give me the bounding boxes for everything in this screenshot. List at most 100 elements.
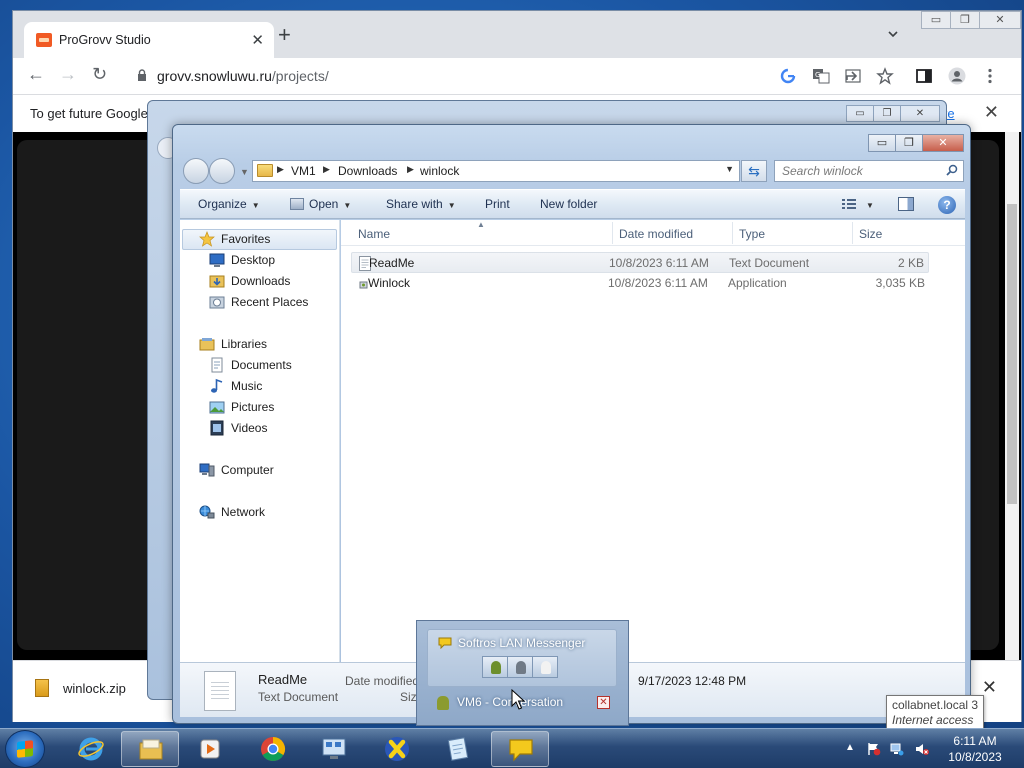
address-dropdown-icon[interactable]: ▼ (725, 164, 734, 174)
download-shelf-close-icon[interactable]: ✕ (982, 677, 997, 698)
softros-thumbnail[interactable]: Softros LAN Messenger (427, 629, 617, 687)
breadcrumb-chevron-icon[interactable]: ▶ (323, 164, 330, 175)
nav-recent-places[interactable]: Recent Places (209, 293, 308, 311)
translate-icon[interactable]: G (812, 67, 830, 85)
back-icon[interactable]: ← (27, 64, 45, 85)
column-divider[interactable] (852, 222, 853, 244)
start-button-icon[interactable] (5, 730, 45, 768)
nav-libraries[interactable]: Libraries (199, 335, 268, 353)
taskbar-internet-explorer[interactable] (62, 731, 120, 767)
organize-button[interactable]: Organize ▼ (198, 197, 260, 211)
show-hidden-icons-chevron-icon[interactable]: ▲ (845, 742, 859, 756)
minimize-icon[interactable]: ▭ (868, 134, 896, 152)
nav-libraries-label: Libraries (221, 337, 268, 351)
user-offline-icon[interactable] (532, 656, 558, 678)
nav-favorites[interactable]: Favorites (199, 230, 270, 248)
column-divider[interactable] (732, 222, 733, 244)
breadcrumb-chevron-icon[interactable]: ▶ (277, 164, 284, 175)
help-icon[interactable]: ? (938, 196, 956, 214)
breadcrumb-chevron-icon[interactable]: ▶ (407, 164, 414, 175)
close-icon[interactable]: ✕ (900, 105, 940, 122)
nav-pictures[interactable]: Pictures (209, 398, 274, 416)
infobar-close-icon[interactable]: ✕ (984, 102, 999, 123)
volume-muted-icon[interactable] (915, 742, 929, 756)
column-divider[interactable] (612, 222, 613, 244)
forward-icon[interactable] (209, 158, 235, 184)
breadcrumb-vm1[interactable]: VM1 (291, 164, 316, 178)
taskbar-x-app[interactable] (368, 731, 426, 767)
bookmark-star-icon[interactable] (876, 67, 894, 85)
profile-avatar-icon[interactable] (948, 67, 966, 85)
restore-icon[interactable]: ❐ (873, 105, 901, 122)
share-with-button[interactable]: Share with ▼ (386, 197, 456, 211)
nav-music[interactable]: Music (211, 377, 262, 395)
chrome-window-controls: ▭ ❐ ✕ (921, 11, 1021, 31)
nav-videos[interactable]: Videos (210, 419, 267, 437)
x-app-icon (385, 737, 409, 761)
share-icon[interactable] (844, 67, 862, 85)
infobar-text: To get future Google (30, 106, 148, 121)
nav-computer[interactable]: Computer (199, 461, 274, 479)
reload-icon[interactable]: ↻ (92, 64, 107, 85)
file-row[interactable]: ReadMe 10/8/2023 6:11 AM Text Document 2… (351, 252, 929, 273)
restore-icon[interactable]: ❐ (950, 11, 980, 29)
preview-pane-icon[interactable] (898, 197, 914, 211)
search-input[interactable]: Search winlock (774, 160, 964, 182)
tab-search-chevron-icon[interactable] (887, 28, 899, 40)
menu-kebab-icon[interactable] (981, 67, 999, 85)
page-scrollbar[interactable] (1005, 132, 1019, 662)
scrollbar-thumb[interactable] (1007, 204, 1017, 504)
minimize-icon[interactable]: ▭ (846, 105, 874, 122)
file-name: Winlock (368, 276, 411, 290)
user-online-icon[interactable] (482, 656, 508, 678)
file-row[interactable]: Winlock 10/8/2023 6:11 AM Application 3,… (351, 273, 929, 294)
nav-documents[interactable]: Documents (211, 356, 292, 374)
open-button[interactable]: Open ▼ (290, 197, 351, 211)
browser-tab[interactable]: ProGrovv Studio ✕ (24, 22, 274, 58)
breadcrumb-downloads[interactable]: Downloads (338, 164, 397, 178)
taskbar-network-app[interactable] (305, 731, 363, 767)
column-name[interactable]: Name (358, 227, 390, 241)
share-with-label: Share with (386, 197, 443, 211)
system-clock[interactable]: 6:11 AM 10/8/2023 (930, 733, 1020, 765)
taskbar-explorer[interactable] (121, 731, 179, 767)
column-type[interactable]: Type (739, 227, 765, 241)
close-icon[interactable]: ✕ (922, 134, 964, 152)
new-folder-button[interactable]: New folder (540, 197, 597, 211)
google-icon[interactable] (779, 67, 797, 85)
forward-icon[interactable]: → (59, 64, 77, 85)
refresh-icon[interactable]: ⇆ (741, 160, 767, 182)
taskbar-media-player[interactable] (182, 731, 240, 767)
change-view-icon[interactable] (842, 198, 856, 210)
close-icon[interactable]: ✕ (979, 11, 1021, 29)
file-type: Application (728, 276, 787, 290)
user-away-icon[interactable] (507, 656, 533, 678)
action-center-flag-icon[interactable] (867, 742, 881, 756)
taskbar-softros-messenger[interactable] (491, 731, 549, 767)
taskbar-notepad[interactable] (430, 731, 488, 767)
back-icon[interactable] (183, 158, 209, 184)
tab-close-icon[interactable]: ✕ (251, 31, 264, 49)
print-button[interactable]: Print (485, 197, 510, 211)
user-icon (437, 696, 449, 710)
taskbar-chrome[interactable] (244, 731, 302, 767)
nav-downloads[interactable]: Downloads (209, 272, 290, 290)
side-panel-icon[interactable] (915, 67, 933, 85)
restore-icon[interactable]: ❐ (895, 134, 923, 152)
minimize-icon[interactable]: ▭ (921, 11, 951, 29)
view-options-chevron-icon[interactable]: ▼ (866, 197, 874, 211)
column-size[interactable]: Size (859, 227, 882, 241)
network-tray-icon[interactable] (890, 742, 904, 756)
new-tab-icon[interactable]: + (278, 24, 291, 46)
column-date-modified[interactable]: Date modified (619, 227, 693, 241)
open-icon (290, 198, 304, 210)
nav-documents-label: Documents (231, 358, 292, 372)
conversation-close-icon[interactable]: ✕ (597, 696, 610, 709)
address-bar[interactable]: ▶ VM1 ▶ Downloads ▶ winlock ▼ (252, 160, 740, 182)
download-item-name[interactable]: winlock.zip (63, 681, 126, 696)
search-icon[interactable] (946, 164, 958, 176)
nav-desktop[interactable]: Desktop (209, 251, 275, 269)
nav-network[interactable]: Network (199, 503, 265, 521)
recent-pages-chevron-icon[interactable]: ▼ (240, 167, 249, 177)
breadcrumb-winlock[interactable]: winlock (420, 164, 459, 178)
